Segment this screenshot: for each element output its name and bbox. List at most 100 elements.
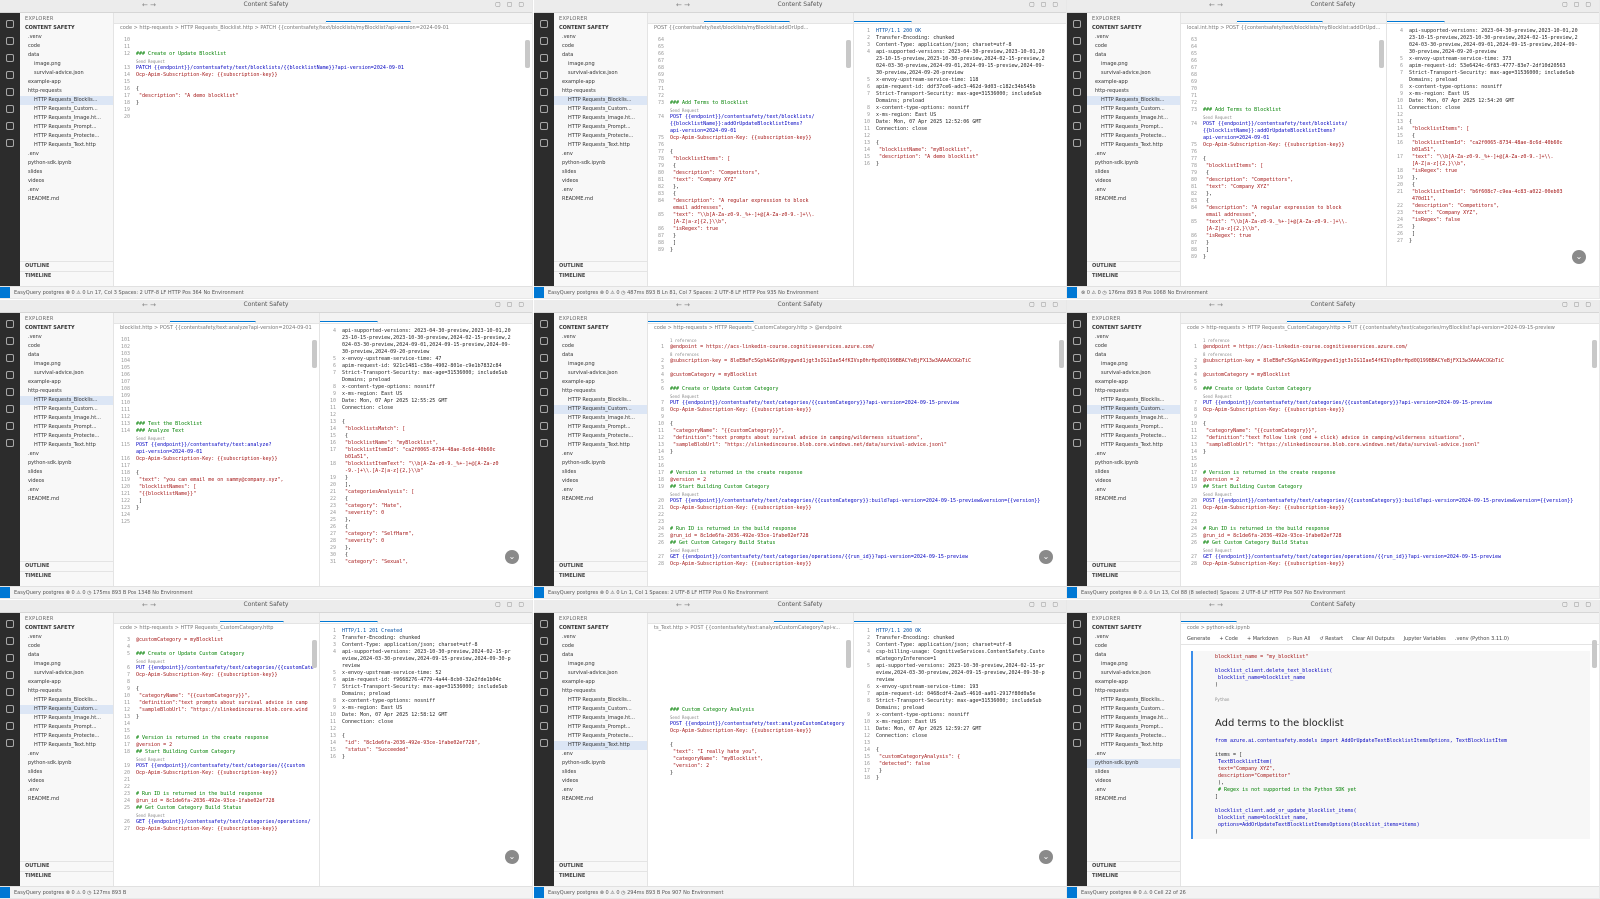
- explorer-item[interactable]: slides: [20, 768, 113, 777]
- outline-section[interactable]: OUTLINE: [1087, 261, 1180, 270]
- explorer-item[interactable]: image.png: [20, 60, 113, 69]
- explorer-item[interactable]: python-sdk.ipynb: [1087, 459, 1180, 468]
- azure-icon[interactable]: [1073, 422, 1081, 430]
- explorer-item[interactable]: HTTP Requests_Image.ht...: [20, 114, 113, 123]
- explorer-item[interactable]: videos: [20, 177, 113, 186]
- explorer-item[interactable]: http-requests: [20, 687, 113, 696]
- scrollbar-thumb[interactable]: [1592, 340, 1597, 368]
- outline-section[interactable]: OUTLINE: [554, 861, 647, 870]
- extensions-icon[interactable]: [6, 388, 14, 396]
- azure-icon[interactable]: [540, 722, 548, 730]
- explorer-item[interactable]: code: [20, 642, 113, 651]
- explorer-item[interactable]: HTTP Requests_Custom...: [20, 105, 113, 114]
- explorer-item[interactable]: HTTP Requests_Text.http: [1087, 441, 1180, 450]
- explorer-item[interactable]: .venv: [1087, 333, 1180, 342]
- explorer-item[interactable]: HTTP Requests_Image.ht...: [20, 414, 113, 423]
- explorer-item[interactable]: code: [554, 42, 647, 51]
- explorer-section-title[interactable]: CONTENT SAFETY: [20, 23, 113, 33]
- explorer-item[interactable]: image.png: [554, 360, 647, 369]
- notebook-toolbar-button[interactable]: + Code: [1219, 636, 1238, 642]
- explorer-item[interactable]: HTTP Requests_Text.http: [554, 741, 647, 750]
- explorer-item[interactable]: code: [554, 642, 647, 651]
- explorer-item[interactable]: HTTP Requests_Text.http: [20, 441, 113, 450]
- code-editor[interactable]: 63 64 65 66 67 68 69 70 71 72 73 ### Add Terms to B…: [1181, 33, 1386, 261]
- explorer-item[interactable]: .env: [1087, 750, 1180, 759]
- scrollbar-thumb[interactable]: [525, 40, 530, 68]
- explorer-item[interactable]: HTTP Requests_Protecte...: [20, 132, 113, 141]
- explorer-item[interactable]: slides: [554, 468, 647, 477]
- explorer-item[interactable]: HTTP Requests_Text.http: [554, 441, 647, 450]
- database-icon[interactable]: [540, 705, 548, 713]
- explorer-item[interactable]: .env: [554, 750, 647, 759]
- explorer-item[interactable]: HTTP Requests_Protecte...: [1087, 132, 1180, 141]
- code-editor[interactable]: 1 reference 1 @endpoint = https://acs-link…: [648, 333, 1066, 568]
- layout-controls-icon[interactable]: ▢ ▢ ▢: [495, 1, 526, 8]
- run-debug-icon[interactable]: [540, 71, 548, 79]
- run-debug-icon[interactable]: [6, 371, 14, 379]
- explorer-item[interactable]: HTTP Requests_Custom...: [1087, 405, 1180, 414]
- scroll-down-icon[interactable]: ⌄: [1039, 550, 1053, 564]
- explorer-item[interactable]: python-sdk.ipynb: [20, 159, 113, 168]
- explorer-item[interactable]: HTTP Requests_Prompt...: [1087, 423, 1180, 432]
- search-icon[interactable]: [1073, 637, 1081, 645]
- explorer-item[interactable]: HTTP Requests_Prompt...: [554, 723, 647, 732]
- explorer-item[interactable]: survival-advice.json: [20, 69, 113, 78]
- explorer-item[interactable]: data: [554, 651, 647, 660]
- explorer-item[interactable]: .env: [554, 786, 647, 795]
- database-icon[interactable]: [6, 105, 14, 113]
- explorer-item[interactable]: HTTP Requests_Image.ht...: [554, 414, 647, 423]
- explorer-item[interactable]: http-requests: [20, 387, 113, 396]
- explorer-item[interactable]: HTTP Requests_Prompt...: [20, 123, 113, 132]
- source-control-icon[interactable]: [6, 654, 14, 662]
- run-debug-icon[interactable]: [1073, 371, 1081, 379]
- explorer-item[interactable]: code: [20, 342, 113, 351]
- explorer-item[interactable]: HTTP Requests_Text.http: [1087, 141, 1180, 150]
- explorer-item[interactable]: http-requests: [554, 87, 647, 96]
- database-icon[interactable]: [1073, 705, 1081, 713]
- explorer-item[interactable]: slides: [554, 768, 647, 777]
- explorer-item[interactable]: HTTP Requests_Protecte...: [20, 732, 113, 741]
- explorer-item[interactable]: image.png: [554, 660, 647, 669]
- explorer-item[interactable]: HTTP Requests_Image.ht...: [1087, 714, 1180, 723]
- run-debug-icon[interactable]: [540, 371, 548, 379]
- explorer-item[interactable]: HTTP Requests_Text.http: [20, 741, 113, 750]
- search-icon[interactable]: [540, 337, 548, 345]
- explorer-item[interactable]: .venv: [554, 633, 647, 642]
- breadcrumb[interactable]: code > http-requests > HTTP Requests_Cus…: [114, 624, 319, 633]
- explorer-item[interactable]: image.png: [1087, 360, 1180, 369]
- explorer-item[interactable]: HTTP Requests_Custom...: [554, 105, 647, 114]
- files-icon[interactable]: [540, 20, 548, 28]
- scrollbar-thumb[interactable]: [1059, 340, 1064, 368]
- explorer-item[interactable]: HTTP Requests_Prompt...: [1087, 123, 1180, 132]
- explorer-item[interactable]: survival-advice.json: [554, 369, 647, 378]
- files-icon[interactable]: [6, 320, 14, 328]
- remote-indicator-icon[interactable]: [534, 287, 544, 298]
- notebook-toolbar-button[interactable]: .venv (Python 3.11.0): [1455, 636, 1509, 642]
- explorer-item[interactable]: HTTP Requests_Protecte...: [20, 432, 113, 441]
- explorer-item[interactable]: .venv: [554, 33, 647, 42]
- run-debug-icon[interactable]: [1073, 671, 1081, 679]
- account-icon[interactable]: [1073, 139, 1081, 147]
- breadcrumb[interactable]: POST {{contentsafety/text/blocklists/myB…: [648, 24, 853, 33]
- explorer-item[interactable]: HTTP Requests_Custom...: [20, 705, 113, 714]
- explorer-item[interactable]: HTTP Requests_Blocklis...: [554, 696, 647, 705]
- explorer-item[interactable]: HTTP Requests_Text.http: [554, 141, 647, 150]
- explorer-item[interactable]: .venv: [1087, 33, 1180, 42]
- explorer-item[interactable]: videos: [20, 477, 113, 486]
- explorer-section-title[interactable]: CONTENT SAFETY: [1087, 623, 1180, 633]
- explorer-item[interactable]: code: [1087, 42, 1180, 51]
- remote-indicator-icon[interactable]: [534, 887, 544, 898]
- explorer-item[interactable]: HTTP Requests_Protecte...: [1087, 432, 1180, 441]
- explorer-item[interactable]: .env: [1087, 486, 1180, 495]
- extensions-icon[interactable]: [1073, 88, 1081, 96]
- breadcrumb[interactable]: code > python-sdk.ipynb: [1181, 624, 1599, 633]
- explorer-item[interactable]: HTTP Requests_Prompt...: [20, 723, 113, 732]
- explorer-item[interactable]: slides: [1087, 468, 1180, 477]
- timeline-section[interactable]: TIMELINE: [20, 571, 113, 580]
- source-control-icon[interactable]: [540, 54, 548, 62]
- explorer-item[interactable]: videos: [1087, 177, 1180, 186]
- account-icon[interactable]: [540, 739, 548, 747]
- explorer-item[interactable]: image.png: [20, 360, 113, 369]
- database-icon[interactable]: [6, 705, 14, 713]
- scroll-down-icon[interactable]: ⌄: [505, 550, 519, 564]
